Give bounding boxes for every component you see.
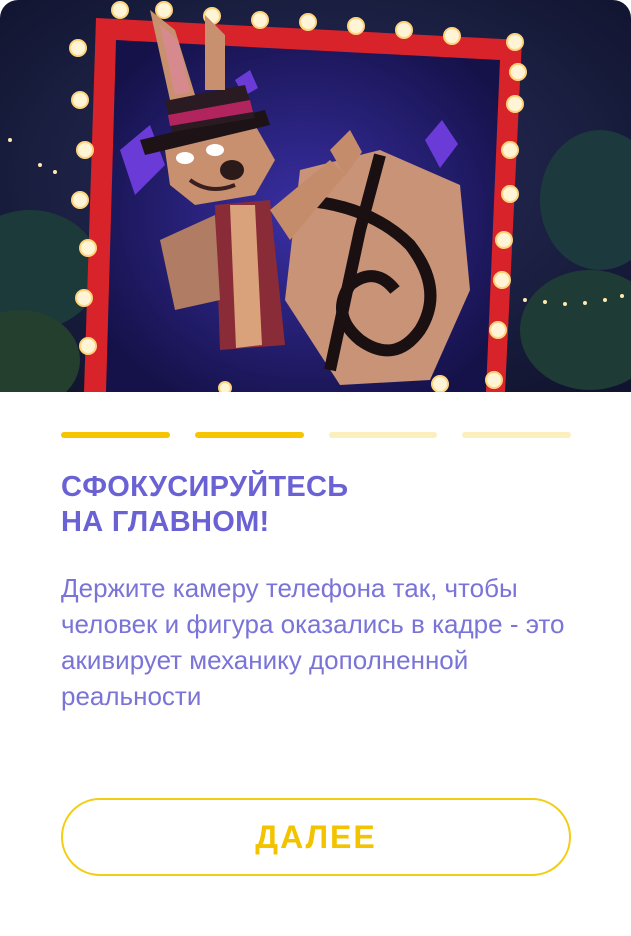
- progress-step-3: [328, 432, 438, 438]
- rabbit-magician-illustration: [0, 0, 631, 392]
- onboarding-card: СФОКУСИРУЙТЕСЬ НА ГЛАВНОМ! Держите камер…: [0, 0, 631, 936]
- next-button[interactable]: ДАЛЕЕ: [61, 798, 571, 876]
- progress-step-1: [61, 432, 170, 438]
- page-title: СФОКУСИРУЙТЕСЬ НА ГЛАВНОМ!: [61, 470, 581, 540]
- onboarding-progress: [61, 432, 571, 438]
- title-line-1: СФОКУСИРУЙТЕСЬ: [61, 471, 349, 503]
- hero-illustration: [0, 0, 631, 392]
- title-line-2: НА ГЛАВНОМ!: [61, 506, 270, 538]
- progress-step-2: [194, 432, 304, 438]
- progress-step-4: [462, 432, 571, 438]
- description-text: Держите камеру телефона так, чтобы челов…: [61, 573, 565, 711]
